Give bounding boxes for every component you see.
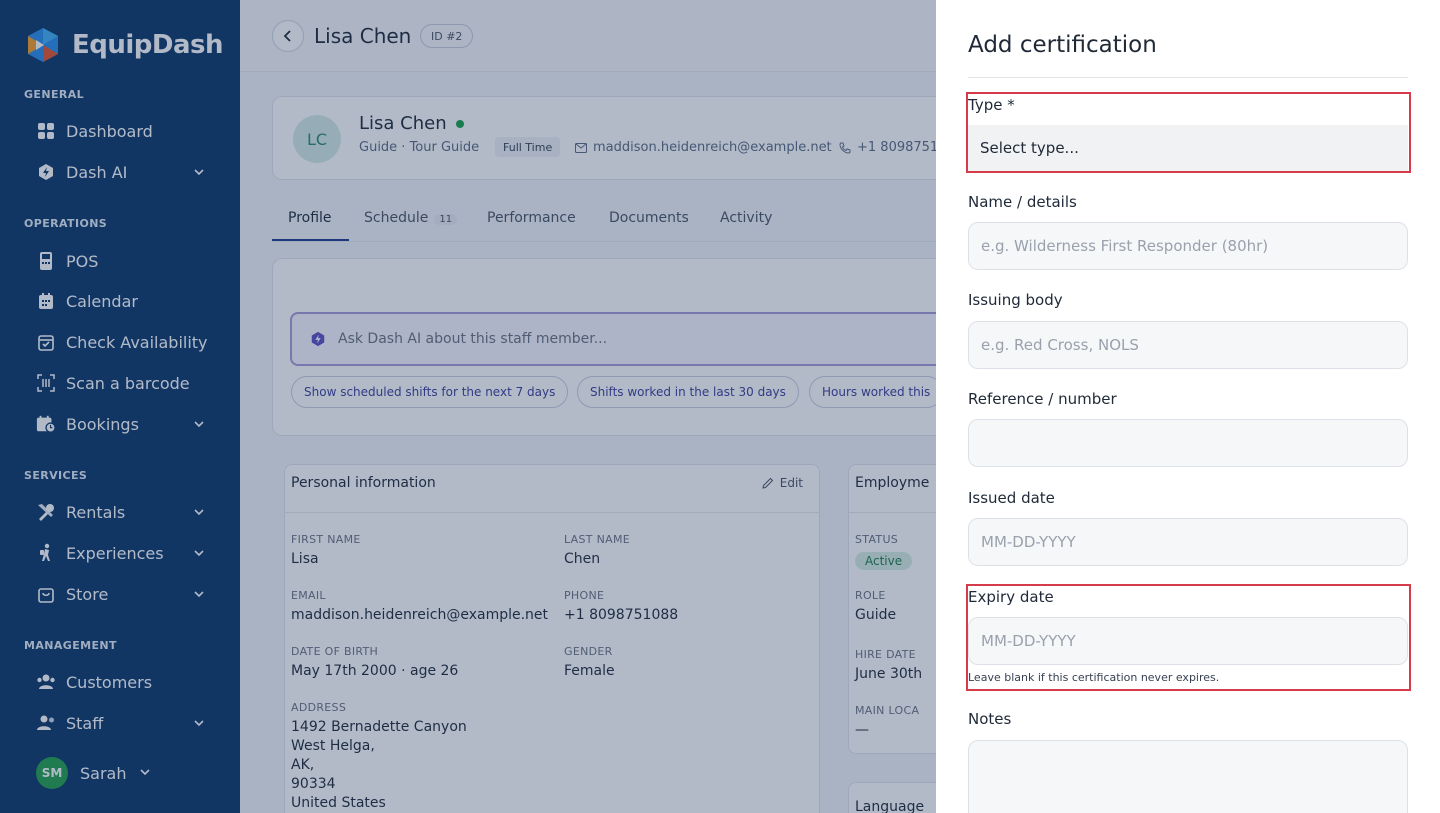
expiry-date-input[interactable]	[968, 617, 1408, 665]
notes-textarea[interactable]	[968, 740, 1408, 813]
type-label: Type *	[968, 96, 1015, 114]
expiry-date-hint: Leave blank if this certification never …	[968, 671, 1220, 684]
drawer-title: Add certification	[968, 32, 1157, 58]
reference-number-label: Reference / number	[968, 390, 1117, 408]
type-select[interactable]: Select type...	[968, 125, 1408, 171]
reference-number-input[interactable]	[968, 419, 1408, 467]
issuing-body-input[interactable]	[968, 321, 1408, 369]
issuing-body-label: Issuing body	[968, 291, 1063, 309]
divider	[968, 77, 1408, 78]
type-select-value: Select type...	[980, 139, 1079, 157]
expiry-date-label: Expiry date	[968, 588, 1054, 606]
add-certification-drawer: Add certification Type * Select type... …	[936, 0, 1440, 813]
notes-label: Notes	[968, 710, 1012, 728]
modal-backdrop[interactable]	[0, 0, 936, 813]
issued-date-input[interactable]	[968, 518, 1408, 566]
name-details-input[interactable]	[968, 222, 1408, 270]
name-details-label: Name / details	[968, 193, 1077, 211]
issued-date-label: Issued date	[968, 489, 1055, 507]
